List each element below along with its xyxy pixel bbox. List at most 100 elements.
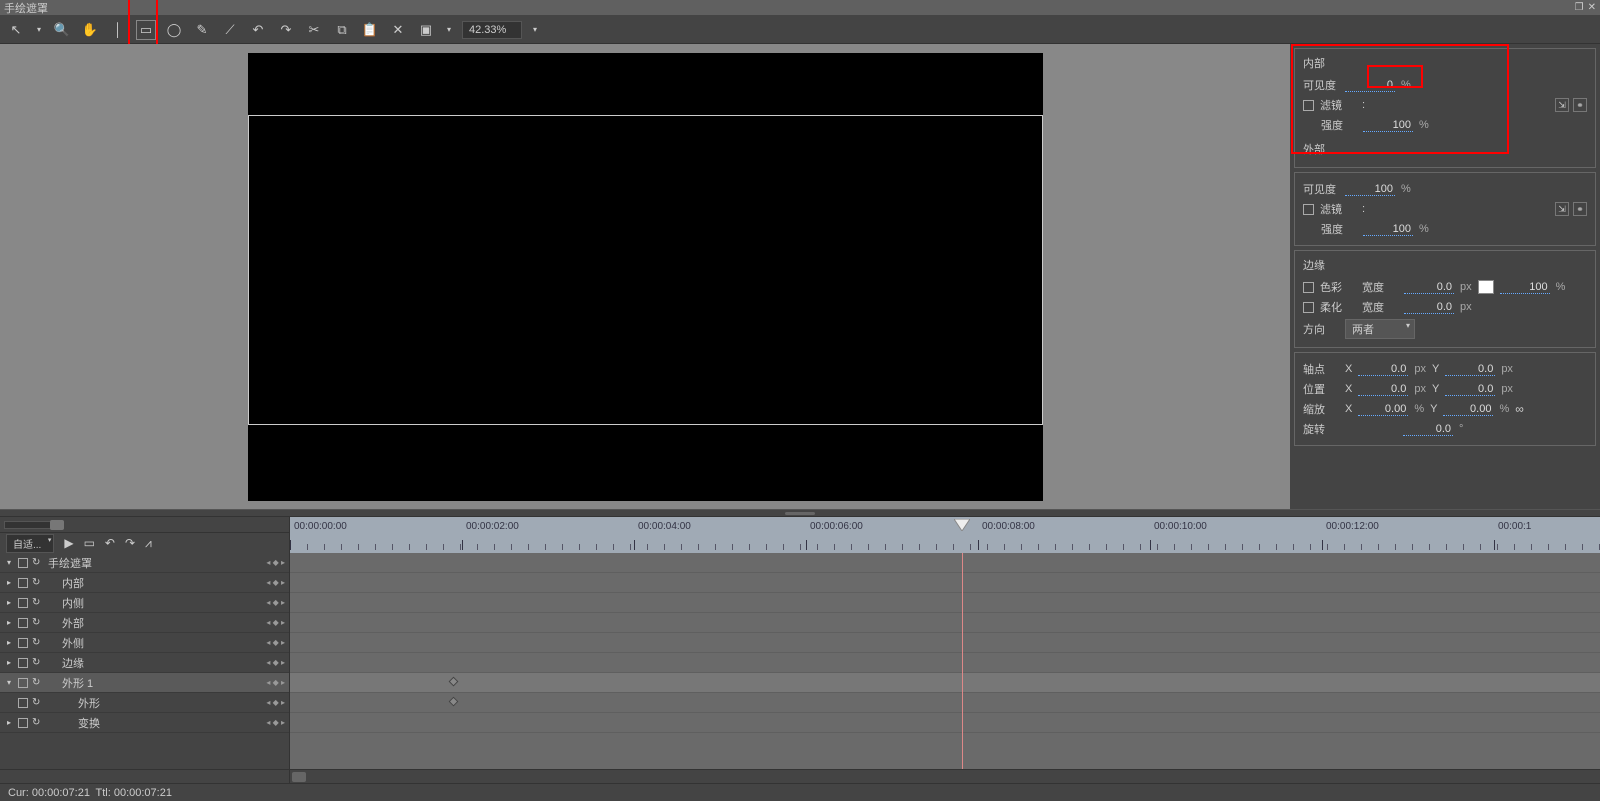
arrow-dd-icon[interactable]: ▾: [34, 20, 44, 40]
play-icon[interactable]: ▶: [64, 536, 73, 550]
edge-pct-value[interactable]: 100: [1500, 281, 1550, 294]
enable-checkbox[interactable]: [18, 558, 28, 568]
expand-icon[interactable]: ▾: [4, 678, 14, 687]
canvas[interactable]: [0, 44, 1290, 509]
track-row[interactable]: ▸↻边缘◂ ◆ ▸: [0, 653, 289, 673]
restore-icon[interactable]: ❐: [1575, 2, 1584, 13]
prev-kf-icon[interactable]: ↶: [105, 536, 115, 550]
scale-x-value[interactable]: 0.00: [1358, 403, 1408, 416]
zoom-slider[interactable]: [0, 517, 289, 533]
kf-nav[interactable]: ◂ ◆ ▸: [266, 578, 285, 587]
crop-dd-icon[interactable]: ▾: [444, 20, 454, 40]
mask-rect[interactable]: [248, 115, 1043, 425]
inner-visibility-value[interactable]: 0: [1345, 79, 1395, 92]
inner-lock-icon[interactable]: ⚭: [1573, 98, 1587, 112]
kf-nav[interactable]: ◂ ◆ ▸: [266, 618, 285, 627]
track-row[interactable]: ▸↻外侧◂ ◆ ▸: [0, 633, 289, 653]
track-lane[interactable]: [290, 613, 1600, 633]
edge-soft-checkbox[interactable]: [1303, 302, 1314, 313]
enable-checkbox[interactable]: [18, 618, 28, 628]
node-tool-icon[interactable]: ⟋: [220, 20, 240, 40]
track-row[interactable]: ▾↻手绘遮罩◂ ◆ ▸: [0, 553, 289, 573]
pivot-y-value[interactable]: 0.0: [1445, 363, 1495, 376]
arrow-tool-icon[interactable]: ↖: [6, 20, 26, 40]
kf-nav[interactable]: ◂ ◆ ▸: [266, 678, 285, 687]
splitter[interactable]: [0, 509, 1600, 517]
outer-visibility-value[interactable]: 100: [1345, 183, 1395, 196]
edge-color-checkbox[interactable]: [1303, 282, 1314, 293]
crop-icon[interactable]: ▣: [416, 20, 436, 40]
h-scrollbar[interactable]: [0, 769, 1600, 783]
pos-x-value[interactable]: 0.0: [1358, 383, 1408, 396]
track-row[interactable]: ↻外形◂ ◆ ▸: [0, 693, 289, 713]
track-row[interactable]: ▾↻外形 1◂ ◆ ▸: [0, 673, 289, 693]
track-lane[interactable]: [290, 653, 1600, 673]
track-lane[interactable]: [290, 553, 1600, 573]
ellipse-tool-icon[interactable]: ◯: [164, 20, 184, 40]
zoom-input[interactable]: 42.33%: [462, 21, 522, 39]
track-lane[interactable]: [290, 573, 1600, 593]
kf-nav[interactable]: ◂ ◆ ▸: [266, 638, 285, 647]
cycle-icon[interactable]: ↻: [32, 617, 42, 628]
paste-icon[interactable]: 📋: [360, 20, 380, 40]
expand-icon[interactable]: ▸: [4, 598, 14, 607]
link-scale-icon[interactable]: ∞: [1515, 402, 1524, 416]
track-lane[interactable]: [290, 593, 1600, 613]
zoom-dd-icon[interactable]: ▾: [530, 20, 540, 40]
hand-tool-icon[interactable]: ✋: [80, 20, 100, 40]
track-area[interactable]: [290, 553, 1600, 769]
loop-icon[interactable]: ▭: [84, 536, 95, 550]
cycle-icon[interactable]: ↻: [32, 677, 42, 688]
playhead-icon[interactable]: [954, 519, 970, 534]
expand-icon[interactable]: ▸: [4, 638, 14, 647]
next-kf-icon[interactable]: ↷: [125, 536, 135, 550]
track-row[interactable]: ▸↻内侧◂ ◆ ▸: [0, 593, 289, 613]
rot-value[interactable]: 0.0: [1403, 423, 1453, 436]
enable-checkbox[interactable]: [18, 638, 28, 648]
inner-filter-checkbox[interactable]: [1303, 100, 1314, 111]
edge-width1-value[interactable]: 0.0: [1404, 281, 1454, 294]
cycle-icon[interactable]: ↻: [32, 577, 42, 588]
cycle-icon[interactable]: ↻: [32, 637, 42, 648]
close-icon[interactable]: ✕: [1588, 2, 1596, 13]
copy-icon[interactable]: ⧉: [332, 20, 352, 40]
expand-icon[interactable]: ▸: [4, 658, 14, 667]
inner-intensity-value[interactable]: 100: [1363, 119, 1413, 132]
edge-width2-value[interactable]: 0.0: [1404, 301, 1454, 314]
enable-checkbox[interactable]: [18, 598, 28, 608]
outer-filter-checkbox[interactable]: [1303, 204, 1314, 215]
pivot-x-value[interactable]: 0.0: [1358, 363, 1408, 376]
scale-y-value[interactable]: 0.00: [1443, 403, 1493, 416]
enable-checkbox[interactable]: [18, 718, 28, 728]
outer-import-icon[interactable]: ⇲: [1555, 202, 1569, 216]
enable-checkbox[interactable]: [18, 678, 28, 688]
expand-icon[interactable]: ▸: [4, 578, 14, 587]
time-ruler[interactable]: 00:00:00:0000:00:02:0000:00:04:0000:00:0…: [290, 517, 1600, 553]
cycle-icon[interactable]: ↻: [32, 717, 42, 728]
inner-import-icon[interactable]: ⇲: [1555, 98, 1569, 112]
enable-checkbox[interactable]: [18, 698, 28, 708]
delete-icon[interactable]: ✕: [388, 20, 408, 40]
outer-lock-icon[interactable]: ⚭: [1573, 202, 1587, 216]
track-lane[interactable]: [290, 693, 1600, 713]
expand-icon[interactable]: ▸: [4, 718, 14, 727]
kf-nav[interactable]: ◂ ◆ ▸: [266, 658, 285, 667]
edge-color-chip[interactable]: [1478, 280, 1494, 294]
line-tool-icon[interactable]: │: [108, 20, 128, 40]
expand-icon[interactable]: ▾: [4, 558, 14, 567]
pos-y-value[interactable]: 0.0: [1445, 383, 1495, 396]
pen-tool-icon[interactable]: ✎: [192, 20, 212, 40]
outer-intensity-value[interactable]: 100: [1363, 223, 1413, 236]
rect-tool-icon[interactable]: ▭: [136, 20, 156, 40]
undo-icon[interactable]: ↶: [248, 20, 268, 40]
zoom-tool-icon[interactable]: 🔍: [52, 20, 72, 40]
fit-select[interactable]: 自适...: [6, 534, 54, 553]
track-lane[interactable]: [290, 673, 1600, 693]
kf-nav[interactable]: ◂ ◆ ▸: [266, 698, 285, 707]
edge-dir-select[interactable]: 两者: [1345, 319, 1415, 339]
cycle-icon[interactable]: ↻: [32, 597, 42, 608]
expand-icon[interactable]: ▸: [4, 618, 14, 627]
track-lane[interactable]: [290, 713, 1600, 733]
track-row[interactable]: ▸↻内部◂ ◆ ▸: [0, 573, 289, 593]
kf-nav[interactable]: ◂ ◆ ▸: [266, 718, 285, 727]
